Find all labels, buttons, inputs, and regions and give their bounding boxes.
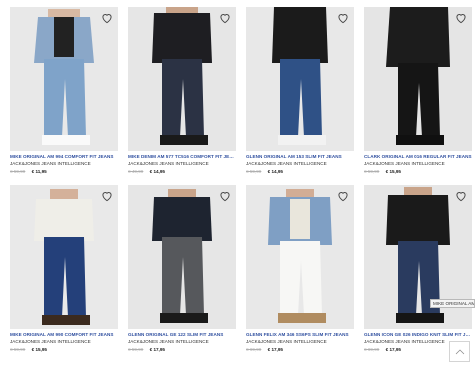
chevron-up-icon: [455, 348, 465, 355]
sale-price: € 15,95: [385, 169, 401, 174]
product-name[interactable]: MIKE ORIGINAL AM 990 COMFORT FIT JEANS: [10, 332, 118, 338]
product-image[interactable]: [246, 185, 354, 329]
heart-outline-icon[interactable]: [336, 189, 350, 203]
model-photo-illustration: [10, 185, 118, 329]
price-row: € 49,99 € 14,95: [128, 169, 236, 175]
price-row: € 59,99 € 15,95: [10, 347, 118, 353]
product-brand: JACK&JONES JEANS INTELLIGENCE: [10, 339, 91, 344]
heart-outline-icon[interactable]: [454, 11, 468, 25]
heart-outline-icon[interactable]: [218, 189, 232, 203]
product-image[interactable]: [364, 7, 472, 151]
product-card[interactable]: MIKE DENIM AM 577 TC516 COMFORT FIT JEA.…: [128, 7, 236, 175]
product-name-tooltip: MIKE ORIGINAL AM I: [430, 299, 475, 308]
old-price: € 59,99: [128, 347, 144, 352]
model-photo-illustration: [128, 7, 236, 151]
product-name[interactable]: GLENN FELIX AM 346 SS6PS SLIM FIT JEANS: [246, 332, 354, 338]
old-price: € 69,99: [364, 347, 380, 352]
heart-outline-icon[interactable]: [218, 11, 232, 25]
product-name[interactable]: GLENN ORIGINAL GE 122 SLIM FIT JEANS: [128, 332, 236, 338]
old-price: € 59,99: [10, 347, 26, 352]
product-image[interactable]: [128, 185, 236, 329]
product-brand: JACK&JONES JEANS INTELLIGENCE: [128, 161, 209, 166]
product-card[interactable]: GLENN FELIX AM 346 SS6PS SLIM FIT JEANS …: [246, 185, 354, 353]
product-brand: JACK&JONES JEANS INTELLIGENCE: [246, 339, 327, 344]
product-name[interactable]: CLARK ORIGINAL AM 016 REGULAR FIT JEANS: [364, 154, 472, 160]
sale-price: € 14,95: [267, 169, 283, 174]
sale-price: € 11,95: [31, 169, 47, 174]
product-image[interactable]: [246, 7, 354, 151]
sale-price: € 14,95: [149, 169, 165, 174]
model-photo-illustration: [246, 185, 354, 329]
product-name[interactable]: MIKE DENIM AM 577 TC516 COMFORT FIT JEA.…: [128, 154, 236, 160]
product-card[interactable]: GLENN ORIGINAL GE 122 SLIM FIT JEANS JAC…: [128, 185, 236, 353]
old-price: € 49,99: [128, 169, 144, 174]
model-photo-illustration: [246, 7, 354, 151]
product-image[interactable]: [10, 185, 118, 329]
sale-price: € 17,95: [385, 347, 401, 352]
product-brand: JACK&JONES JEANS INTELLIGENCE: [246, 161, 327, 166]
product-card[interactable]: GLENN ICON GE 026 INDIGO KNIT SLIM FIT J…: [364, 185, 472, 353]
old-price: € 59,99: [364, 169, 380, 174]
price-row: € 59,99 € 15,95: [364, 169, 472, 175]
product-brand: JACK&JONES JEANS INTELLIGENCE: [128, 339, 209, 344]
product-card[interactable]: GLENN ORIGINAL AM 153 SLIM FIT JEANS JAC…: [246, 7, 354, 175]
product-name[interactable]: MIKE ORIGINAL AM 994 COMFORT FIT JEANS: [10, 154, 118, 160]
old-price: € 59,99: [10, 169, 26, 174]
price-row: € 59,99 € 17,95: [128, 347, 236, 353]
price-row: € 59,99 € 14,95: [246, 169, 354, 175]
model-photo-illustration: [10, 7, 118, 151]
price-row: € 59,99 € 11,95: [10, 169, 118, 175]
product-image[interactable]: [10, 7, 118, 151]
product-brand: JACK&JONES JEANS INTELLIGENCE: [364, 161, 445, 166]
product-card[interactable]: MIKE ORIGINAL AM 994 COMFORT FIT JEANS J…: [10, 7, 118, 175]
product-grid: MIKE ORIGINAL AM 994 COMFORT FIT JEANS J…: [0, 0, 475, 366]
sale-price: € 15,95: [31, 347, 47, 352]
model-photo-illustration: [128, 185, 236, 329]
heart-outline-icon[interactable]: [454, 189, 468, 203]
product-brand: JACK&JONES JEANS INTELLIGENCE: [10, 161, 91, 166]
product-card[interactable]: MIKE ORIGINAL AM 990 COMFORT FIT JEANS J…: [10, 185, 118, 353]
heart-outline-icon[interactable]: [336, 11, 350, 25]
product-image[interactable]: [128, 7, 236, 151]
heart-outline-icon[interactable]: [100, 11, 114, 25]
product-name[interactable]: GLENN ORIGINAL AM 153 SLIM FIT JEANS: [246, 154, 354, 160]
product-name[interactable]: GLENN ICON GE 026 INDIGO KNIT SLIM FIT J…: [364, 332, 472, 338]
product-card[interactable]: CLARK ORIGINAL AM 016 REGULAR FIT JEANS …: [364, 7, 472, 175]
model-photo-illustration: [364, 7, 472, 151]
price-row: € 69,99 € 17,95: [246, 347, 354, 353]
sale-price: € 17,95: [149, 347, 165, 352]
scroll-to-top-button[interactable]: [449, 341, 470, 362]
sale-price: € 17,95: [267, 347, 283, 352]
old-price: € 69,99: [246, 347, 262, 352]
old-price: € 59,99: [246, 169, 262, 174]
heart-outline-icon[interactable]: [100, 189, 114, 203]
